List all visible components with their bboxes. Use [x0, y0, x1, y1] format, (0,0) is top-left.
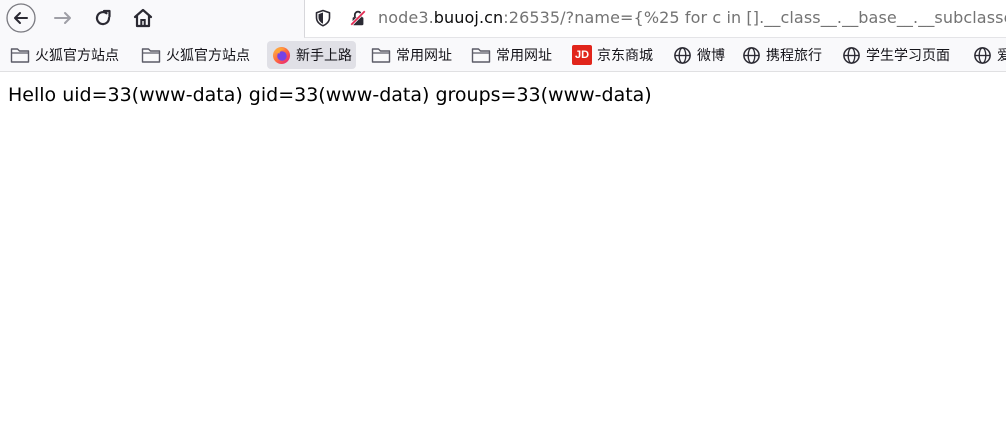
- address-bar[interactable]: node3.buuoj.cn:26535/?name={%25 for c in…: [304, 0, 1006, 38]
- bookmark-folder-common-sites-2[interactable]: 常用网址: [471, 41, 552, 69]
- insecure-connection-icon[interactable]: [349, 9, 367, 27]
- bookmark-label: 火狐官方站点: [35, 48, 119, 64]
- folder-icon: [141, 45, 161, 65]
- globe-icon: [972, 45, 992, 65]
- back-button[interactable]: [4, 2, 38, 34]
- globe-icon: [841, 45, 861, 65]
- arrow-left-icon: [6, 3, 36, 33]
- browser-toolbar: node3.buuoj.cn:26535/?name={%25 for c in…: [0, 0, 1006, 38]
- page-output-text: Hello uid=33(www-data) gid=33(www-data) …: [8, 84, 652, 106]
- bookmark-jd-mall[interactable]: JD 京东商城: [572, 41, 653, 69]
- bookmark-folder-common-sites-1[interactable]: 常用网址: [371, 41, 452, 69]
- folder-icon: [10, 45, 30, 65]
- bookmark-label: 火狐官方站点: [166, 48, 250, 64]
- reload-icon: [95, 9, 111, 26]
- globe-icon: [672, 45, 692, 65]
- bookmark-label: 携程旅行: [766, 48, 822, 64]
- bookmark-folder-firefox-official-2[interactable]: 火狐官方站点: [141, 41, 250, 69]
- forward-button[interactable]: [46, 2, 80, 34]
- url-suffix: :26535/?name={%25 for c in [].__class__.…: [503, 8, 1006, 27]
- folder-icon: [471, 45, 491, 65]
- bookmark-label: 新手上路: [296, 48, 352, 64]
- bookmark-label: 学生学习页面: [866, 48, 950, 64]
- url-prefix: node3.: [378, 8, 434, 27]
- jd-icon: JD: [572, 45, 592, 65]
- arrow-right-icon: [54, 12, 71, 24]
- firefox-icon: [271, 45, 291, 65]
- bookmark-label: 京东商城: [597, 48, 653, 64]
- tracking-protection-shield-icon[interactable]: [314, 9, 332, 27]
- home-button[interactable]: [126, 2, 160, 34]
- globe-icon: [741, 45, 761, 65]
- home-icon: [133, 8, 153, 28]
- bookmarks-toolbar: 火狐官方站点 火狐官方站点 新手上路 常用网址 常用网址 JD 京东商城 微博 …: [0, 38, 1006, 72]
- bookmark-getting-started[interactable]: 新手上路: [267, 41, 356, 69]
- bookmark-label: 常用网址: [496, 48, 552, 64]
- url-domain: buuoj.cn: [433, 8, 504, 27]
- jd-icon-text: JD: [574, 49, 590, 61]
- bookmark-weibo[interactable]: 微博: [672, 41, 725, 69]
- bookmark-label: 爱: [997, 48, 1006, 64]
- bookmark-student-study-page[interactable]: 学生学习页面: [841, 41, 950, 69]
- bookmark-folder-firefox-official-1[interactable]: 火狐官方站点: [10, 41, 119, 69]
- folder-icon: [371, 45, 391, 65]
- url-text[interactable]: node3.buuoj.cn:26535/?name={%25 for c in…: [378, 8, 1006, 27]
- bookmark-label: 微博: [697, 48, 725, 64]
- bookmark-label: 常用网址: [396, 48, 452, 64]
- reload-button[interactable]: [86, 2, 120, 34]
- bookmark-truncated[interactable]: 爱: [972, 41, 1006, 69]
- bookmark-ctrip[interactable]: 携程旅行: [741, 41, 822, 69]
